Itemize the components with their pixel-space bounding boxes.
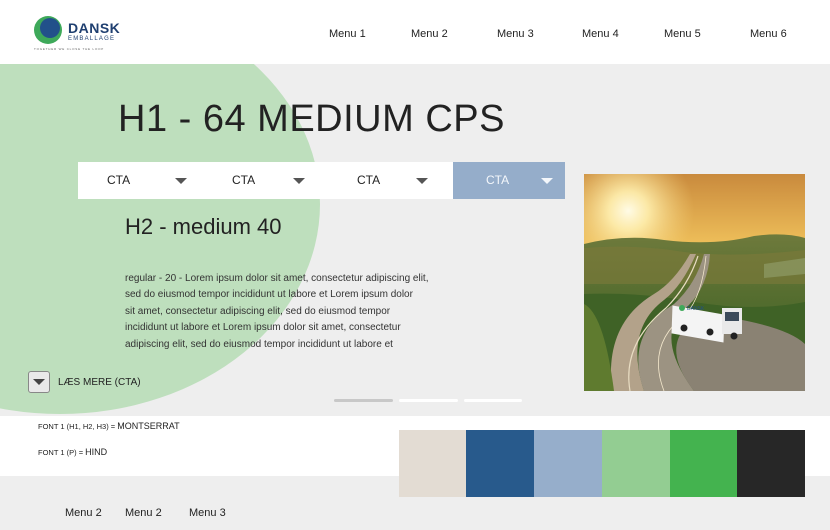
footer-nav-item[interactable]: Menu 2 — [125, 507, 162, 519]
cta-label: CTA — [357, 173, 381, 187]
caret-down-icon — [416, 178, 428, 184]
cta-dropdown-2[interactable]: CTA — [203, 162, 328, 199]
font-legend-value: MONTSERRAT — [117, 421, 180, 431]
cta-label: CTA — [486, 173, 510, 187]
body-line: incididunt ut labore et Lorem ipsum dolo… — [125, 322, 401, 334]
color-swatch-beige — [399, 430, 466, 497]
carousel-dot-3[interactable] — [464, 399, 522, 402]
footer-nav-item[interactable]: Menu 2 — [65, 507, 102, 519]
logo[interactable]: DANSK EMBALLAGE TOGETHER WE CLOSE THE LO… — [34, 16, 134, 52]
body-line: regular - 20 - Lorem ipsum dolor sit ame… — [125, 273, 429, 284]
color-swatch-light-green — [602, 430, 670, 497]
truck-logo-text: DANSK — [687, 306, 705, 312]
font-legend-headings: FONT 1 (H1, H2, H3) = MONTSERRAT — [38, 421, 180, 431]
logo-word-dansk: DANSK — [68, 20, 121, 36]
body-line: adipiscing elit, sed do eiusmod tempor i… — [125, 338, 393, 350]
carousel-dot-2[interactable] — [399, 399, 458, 402]
logo-word-emballage: EMBALLAGE — [68, 36, 116, 42]
font-legend-paragraph: FONT 1 (P) = HIND — [38, 447, 107, 457]
nav-menu-1[interactable]: Menu 1 — [329, 28, 366, 40]
cta-label: CTA — [107, 173, 131, 187]
caret-down-icon — [175, 178, 187, 184]
nav-menu-6[interactable]: Menu 6 — [750, 28, 787, 40]
cta-label: CTA — [232, 173, 256, 187]
read-more-label[interactable]: LÆS MERE (CTA) — [58, 377, 141, 388]
hero-section: H1 - 64 MEDIUM CPS CTA CTA CTA CTA H2 - … — [0, 64, 830, 416]
cta-dropdown-1[interactable]: CTA — [78, 162, 203, 199]
hero-subtitle: H2 - medium 40 — [125, 214, 282, 239]
hero-image: DANSK — [584, 174, 805, 391]
body-line: sit amet, consectetur adipiscing elit, s… — [125, 305, 391, 317]
font-legend-label: FONT 1 (P) = — [38, 448, 86, 457]
color-swatch-light-blue — [534, 430, 602, 497]
color-swatch-charcoal — [737, 430, 805, 497]
font-legend-value: HIND — [85, 447, 108, 457]
carousel-dot-1-active[interactable] — [334, 399, 393, 402]
nav-menu-5[interactable]: Menu 5 — [664, 28, 701, 40]
caret-down-icon — [541, 178, 553, 184]
footer-nav-item[interactable]: Menu 3 — [189, 507, 226, 519]
logo-tagline: TOGETHER WE CLOSE THE LOOP — [34, 47, 105, 51]
header: DANSK EMBALLAGE TOGETHER WE CLOSE THE LO… — [0, 0, 830, 64]
nav-menu-4[interactable]: Menu 4 — [582, 28, 619, 40]
cta-dropdown-4-active[interactable]: CTA — [453, 162, 565, 199]
nav-menu-2[interactable]: Menu 2 — [411, 28, 448, 40]
body-line: sed do eiusmod tempor incididunt ut labo… — [125, 289, 413, 301]
color-swatch-dark-blue — [466, 430, 534, 497]
caret-down-icon — [293, 178, 305, 184]
logo-mark-icon — [34, 16, 62, 44]
cta-bar: CTA CTA CTA CTA — [78, 162, 565, 199]
read-more-button[interactable] — [28, 371, 50, 393]
hero-title: H1 - 64 MEDIUM CPS — [118, 98, 505, 140]
font-legend-label: FONT 1 (H1, H2, H3) = — [38, 422, 118, 431]
color-swatch-green — [670, 430, 737, 497]
cta-dropdown-3[interactable]: CTA — [328, 162, 453, 199]
hero-body-text: regular - 20 - Lorem ipsum dolor sit ame… — [125, 271, 465, 353]
nav-menu-3[interactable]: Menu 3 — [497, 28, 534, 40]
